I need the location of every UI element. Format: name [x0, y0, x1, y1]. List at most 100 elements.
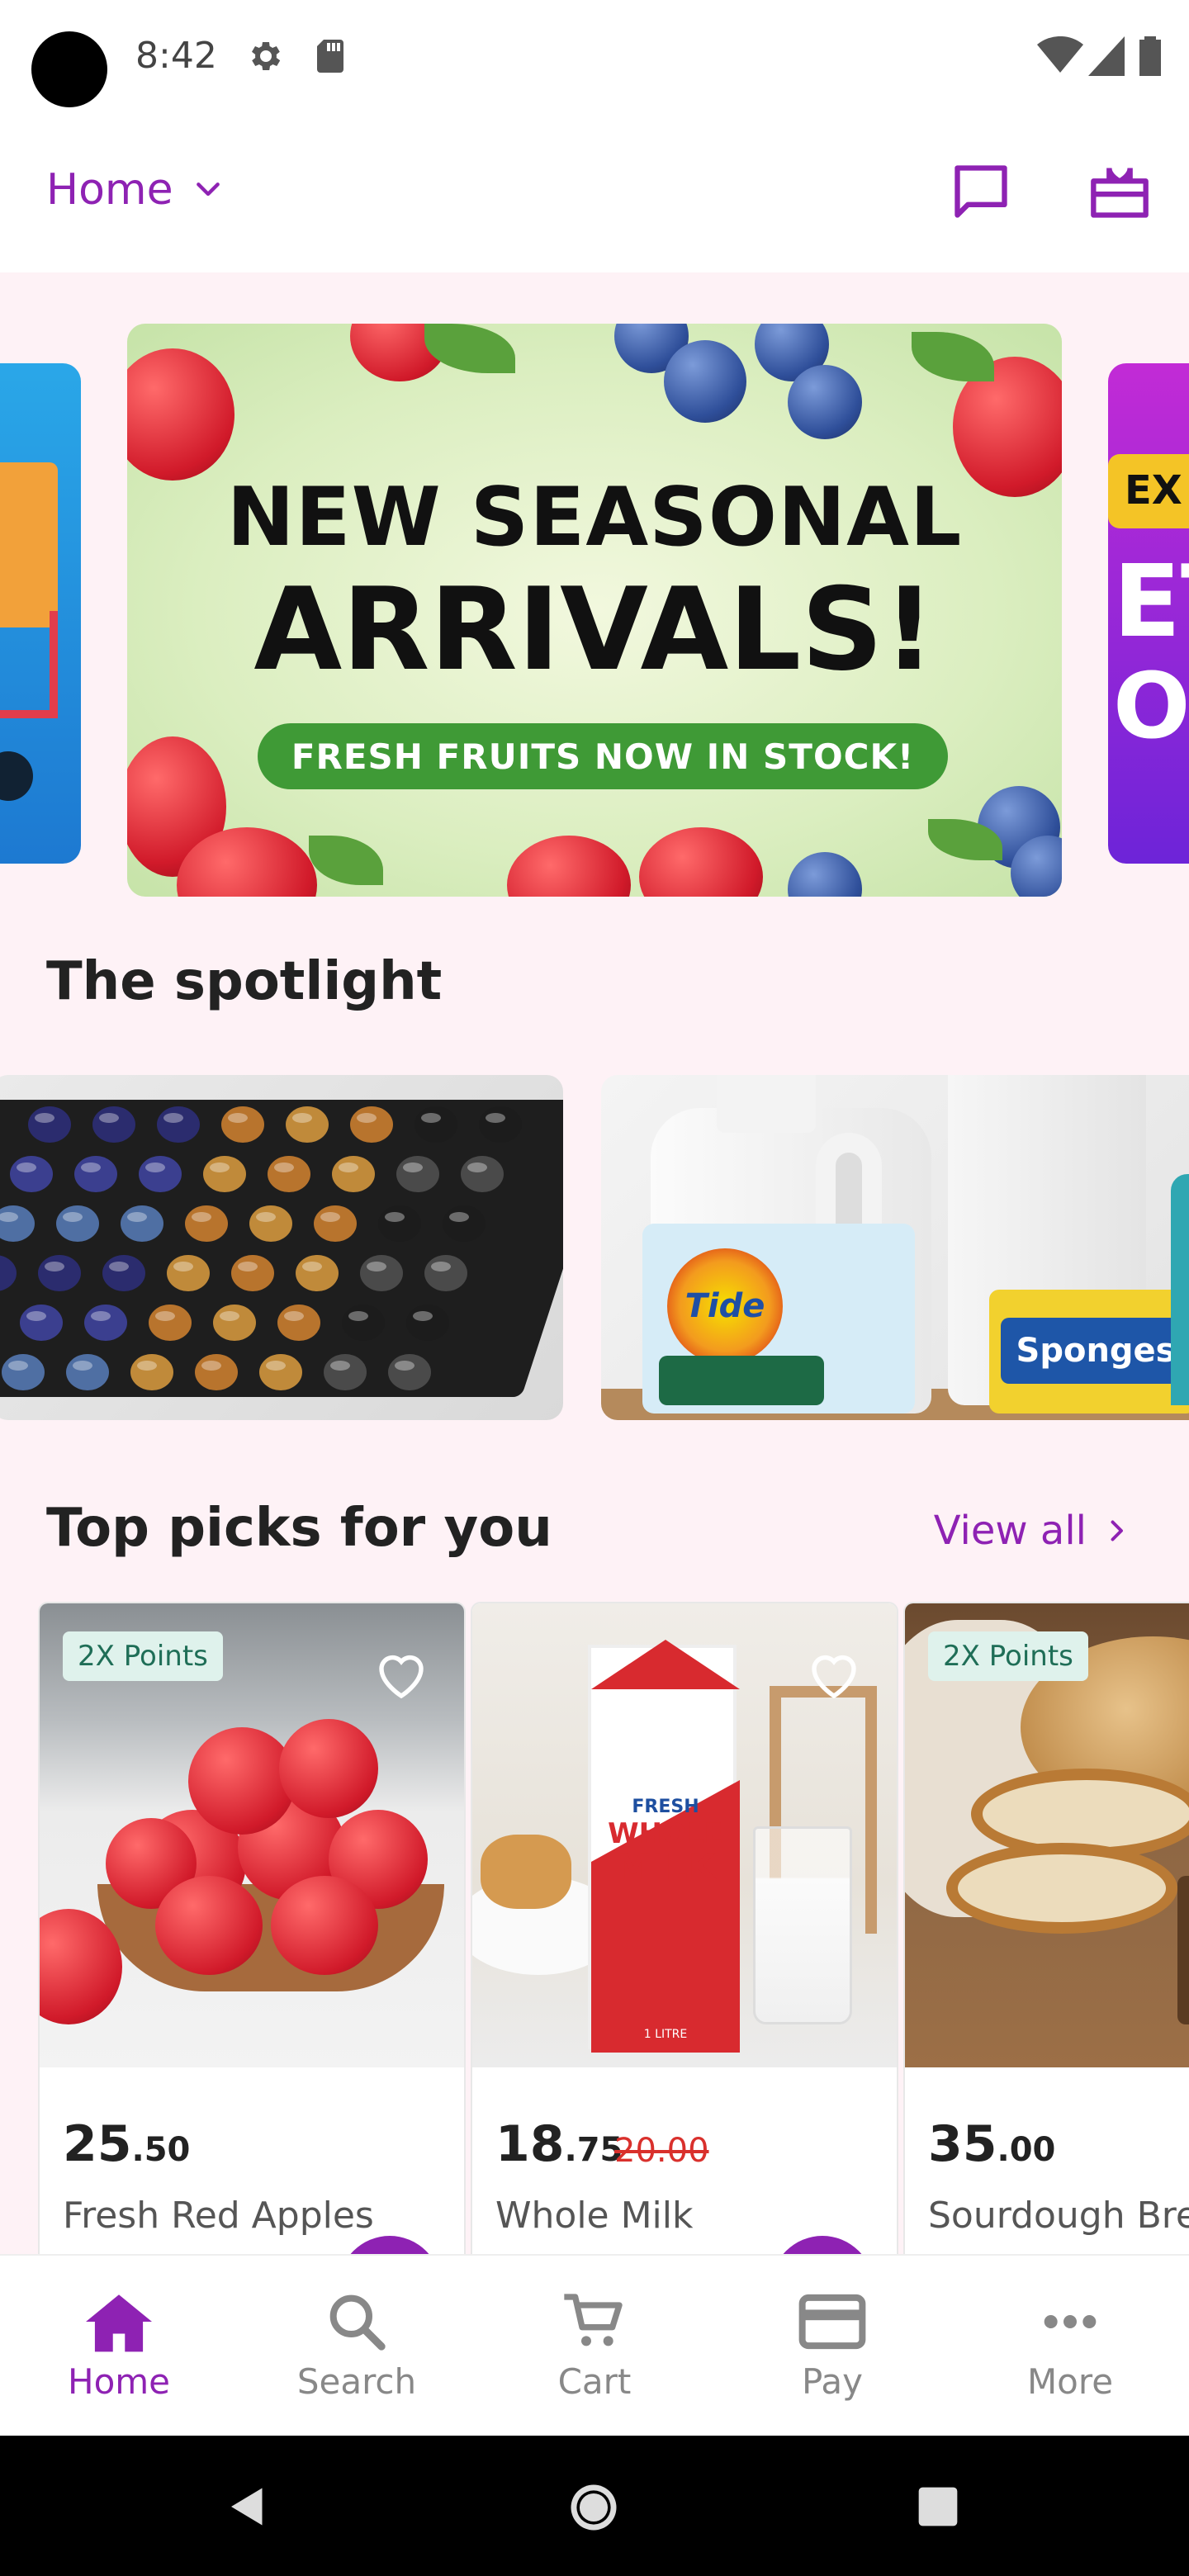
carton-text: FRESH — [632, 1797, 699, 1817]
top-app-bar: Home — [0, 116, 1189, 272]
coffee-capsule — [2, 1354, 45, 1390]
milk-carton: FRESH WHOLE MILK 1 LITRE — [588, 1640, 740, 2053]
home-feed[interactable]: NEW SEASONAL ARRIVALS! FRESH FRUITS NOW … — [0, 272, 1189, 2254]
capsule-highlight — [330, 1361, 350, 1371]
recents-icon[interactable] — [915, 2484, 961, 2530]
coffee-capsule — [102, 1255, 145, 1291]
promo-banner-seasonal[interactable]: NEW SEASONAL ARRIVALS! FRESH FRUITS NOW … — [127, 324, 1062, 897]
capsule-highlight — [449, 1212, 469, 1222]
coffee-capsule — [0, 1255, 17, 1291]
coffee-capsule — [443, 1205, 486, 1242]
coffee-capsule — [149, 1305, 192, 1341]
coffee-capsule — [286, 1106, 329, 1143]
capsule-highlight — [137, 1361, 157, 1371]
leaf-decoration — [309, 836, 383, 885]
camera-cutout — [31, 31, 107, 107]
carton-text: 1 LITRE — [643, 2028, 688, 2041]
coffee-capsule — [479, 1106, 522, 1143]
favorite-icon[interactable] — [372, 1646, 431, 1706]
product-price: 25.50 — [63, 2115, 191, 2173]
capsule-highlight — [220, 1311, 239, 1321]
capsule-highlight — [421, 1113, 441, 1123]
points-badge: 2X Points — [63, 1631, 223, 1681]
back-icon[interactable] — [223, 2482, 272, 2531]
view-all-label: View all — [933, 1508, 1087, 1554]
capsule-highlight — [145, 1163, 165, 1172]
favorite-icon[interactable] — [804, 1646, 864, 1706]
sd-card-icon — [317, 40, 343, 73]
capsule-highlight — [26, 1311, 46, 1321]
coffee-capsule — [277, 1305, 320, 1341]
coffee-capsule — [461, 1156, 504, 1192]
product-name: Whole Milk — [495, 2195, 694, 2237]
coffee-capsule — [396, 1156, 439, 1192]
more-horizontal-icon — [1044, 2315, 1097, 2328]
coffee-capsule — [213, 1305, 256, 1341]
nav-home-label: Home — [67, 2361, 171, 2402]
home-circle-icon[interactable] — [566, 2480, 621, 2535]
coffee-capsule — [66, 1354, 109, 1390]
sponges-pack: Sponges — [989, 1290, 1189, 1413]
capsule-highlight — [81, 1163, 101, 1172]
capsule-highlight — [486, 1113, 505, 1123]
nav-more[interactable]: More — [951, 2256, 1189, 2436]
coffee-capsule — [268, 1156, 310, 1192]
coffee-capsule — [84, 1305, 127, 1341]
spotlight-card-cleaning[interactable]: Tide Sponges — [601, 1075, 1189, 1420]
add-to-cart-button[interactable]: + — [339, 2236, 441, 2254]
gift-icon[interactable] — [1088, 160, 1151, 223]
promo-banner-previous[interactable] — [0, 363, 81, 864]
wifi-icon — [1037, 36, 1083, 73]
nav-home[interactable]: Home — [0, 2256, 238, 2436]
product-card-milk[interactable]: FRESH WHOLE MILK 1 LITRE 18.75 20.00 Who… — [471, 1602, 898, 2254]
capsule-highlight — [17, 1163, 36, 1172]
capsule-highlight — [302, 1262, 322, 1271]
product-card-sourdough[interactable]: 2X Points 35.00 Sourdough Bre — [903, 1602, 1189, 2254]
capsule-highlight — [173, 1262, 193, 1271]
capsule-highlight — [256, 1212, 276, 1222]
banner-subtitle: FRESH FRUITS NOW IN STOCK! — [258, 723, 948, 789]
coffee-capsule — [203, 1156, 246, 1192]
banner-title-line2: ARRIVALS! — [253, 563, 936, 696]
capsule-highlight — [109, 1262, 129, 1271]
milk-glass — [753, 1826, 852, 2024]
coffee-capsule — [92, 1106, 135, 1143]
banner-title-line1: NEW SEASONAL — [226, 471, 963, 565]
spotlight-card-coffee[interactable] — [0, 1075, 563, 1420]
chevron-right-icon — [1111, 1520, 1123, 1541]
promo-banner-next[interactable]: EX ET OU — [1108, 363, 1189, 864]
view-all-link[interactable]: View all — [934, 1508, 1131, 1554]
capsule-highlight — [320, 1212, 340, 1222]
capsule-highlight — [284, 1311, 304, 1321]
search-icon — [329, 2294, 386, 2351]
blueberry-decoration — [664, 340, 746, 423]
nav-pay[interactable]: Pay — [713, 2256, 951, 2436]
add-to-cart-button[interactable]: + — [771, 2236, 874, 2254]
coffee-capsule — [221, 1106, 264, 1143]
coffee-capsule — [74, 1156, 117, 1192]
capsule-highlight — [73, 1361, 92, 1371]
coffee-capsules — [0, 1106, 522, 1390]
capsule-highlight — [357, 1113, 377, 1123]
location-selector[interactable]: Home — [46, 165, 225, 215]
chevron-down-icon — [196, 182, 220, 197]
capsule-highlight — [63, 1212, 83, 1222]
coffee-capsule — [249, 1205, 292, 1242]
coffee-capsule — [406, 1305, 449, 1341]
product-card-apples[interactable]: 2X Points 25.50 Fresh Red Apples + — [38, 1602, 466, 2254]
coffee-capsule — [121, 1205, 163, 1242]
nav-cart[interactable]: Cart — [476, 2256, 713, 2436]
coffee-capsule — [28, 1106, 71, 1143]
messages-icon[interactable] — [950, 160, 1012, 223]
capsule-highlight — [35, 1113, 54, 1123]
coffee-capsule — [350, 1106, 393, 1143]
capsule-highlight — [8, 1361, 28, 1371]
product-price: 35.00 — [928, 2115, 1056, 2173]
carton-text: WHOLE — [608, 1817, 723, 1850]
tide-logo: Tide — [667, 1248, 783, 1364]
nav-search[interactable]: Search — [238, 2256, 476, 2436]
battery-icon — [1139, 36, 1161, 76]
capsule-highlight — [192, 1212, 211, 1222]
credit-card-icon — [798, 2294, 866, 2350]
capsule-highlight — [403, 1163, 423, 1172]
